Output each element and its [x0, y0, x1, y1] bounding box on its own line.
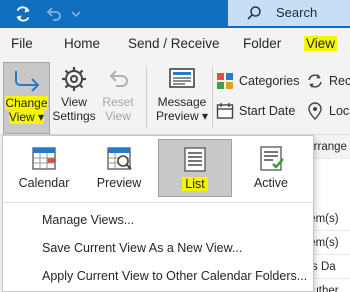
message-preview-button[interactable]: Message Preview ▾: [154, 62, 210, 134]
calendar-icon: [216, 103, 234, 119]
message-preview-label-2: Preview: [155, 109, 199, 123]
save-current-view-item[interactable]: Save Current View As a New View...: [42, 241, 242, 255]
categories-icon: [217, 73, 233, 89]
location-icon: [308, 102, 322, 120]
change-view-icon: [14, 71, 39, 92]
preview-view-icon: [107, 147, 132, 170]
tab-file[interactable]: File: [11, 36, 33, 51]
title-bar: Search: [0, 0, 350, 28]
change-view-button[interactable]: Change View ▾: [3, 62, 50, 134]
undo-icon[interactable]: [43, 4, 63, 24]
message-preview-icon: [169, 68, 195, 88]
view-settings-label-1: View: [61, 95, 87, 109]
menu-divider: [3, 202, 313, 203]
manage-views-item[interactable]: Manage Views...: [42, 213, 134, 227]
view-option-active[interactable]: Active: [234, 139, 308, 197]
view-option-calendar[interactable]: Calendar: [7, 139, 81, 197]
view-option-label: Preview: [96, 176, 142, 190]
recurrence-icon: [308, 74, 322, 88]
start-date-label: Start Date: [239, 104, 296, 118]
view-option-preview[interactable]: Preview: [82, 139, 156, 197]
search-box[interactable]: Search: [228, 0, 350, 26]
search-icon: [247, 6, 261, 20]
view-option-label: List: [182, 177, 208, 191]
view-option-label: Active: [253, 176, 289, 190]
ribbon-separator: [146, 66, 147, 128]
reset-view-label-2: View: [105, 109, 131, 123]
view-option-label: Calendar: [18, 176, 70, 190]
chevron-down-icon: ▾: [202, 109, 209, 123]
recurrence-label: Recu: [329, 74, 350, 88]
change-view-label-1: Change: [5, 96, 48, 110]
view-option-list[interactable]: List: [158, 139, 232, 197]
tab-home[interactable]: Home: [64, 36, 100, 51]
list-view-icon: [184, 147, 206, 172]
categories-label: Categories: [239, 74, 300, 88]
location-label: Loca: [329, 104, 350, 118]
reset-view-button[interactable]: Reset View: [98, 62, 138, 134]
message-preview-label-1: Message: [157, 95, 207, 109]
ribbon: Change View ▾ View Settings Reset View M…: [0, 60, 350, 135]
tab-send-receive[interactable]: Send / Receive: [128, 36, 220, 51]
change-view-menu: Calendar Preview List Active Manage View…: [2, 135, 314, 292]
view-settings-label-2: Settings: [52, 109, 96, 123]
active-view-icon: [260, 146, 284, 171]
ribbon-separator: [212, 66, 213, 128]
gear-icon: [62, 67, 86, 91]
sync-icon[interactable]: [13, 4, 33, 24]
tab-view[interactable]: View: [304, 36, 338, 51]
search-label: Search: [276, 5, 318, 20]
reset-view-label-1: Reset: [102, 95, 134, 109]
chevron-down-icon: ▾: [38, 110, 45, 124]
tab-folder[interactable]: Folder: [243, 36, 281, 51]
dropdown-icon[interactable]: [70, 4, 82, 24]
change-view-label-2: View: [8, 110, 35, 124]
calendar-view-icon: [32, 147, 56, 170]
ribbon-tabs: File Home Send / Receive Folder View: [0, 28, 350, 60]
view-settings-button[interactable]: View Settings: [52, 62, 96, 134]
reset-icon: [109, 70, 128, 87]
apply-current-view-item[interactable]: Apply Current View to Other Calendar Fol…: [42, 269, 307, 283]
